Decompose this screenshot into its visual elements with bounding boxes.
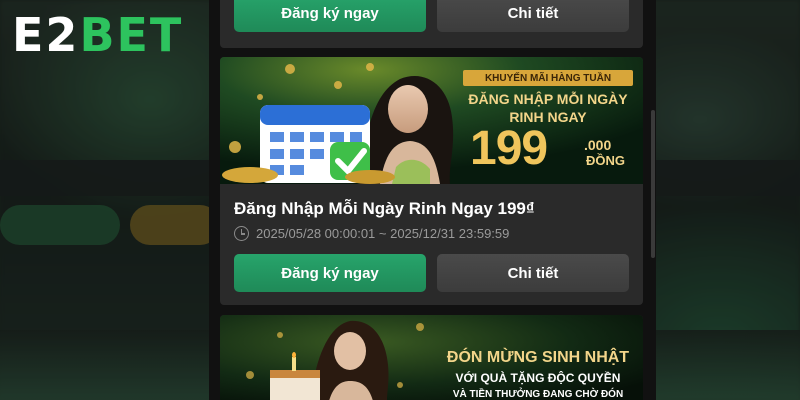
logo-part2: BET: [79, 8, 184, 62]
banner-amount-suffix: .000: [584, 137, 612, 153]
banner-currency: ĐỒNG: [586, 153, 625, 168]
banner-line2: VỚI QUÀ TẶNG ĐỘC QUYỀN: [455, 371, 621, 385]
promo-banner[interactable]: KHUYẾN MÃI HÀNG TUẦN ĐĂNG NHẬP MỖI NGÀY …: [220, 57, 643, 184]
logo-part1: E2: [12, 8, 80, 62]
weekly-promo-tag: KHUYẾN MÃI HÀNG TUẦN: [463, 70, 633, 86]
detail-button[interactable]: Chi tiết: [437, 0, 629, 32]
banner-line3: VÀ TIỀN THƯỞNG ĐANG CHỜ ĐÓN: [452, 389, 624, 400]
date-range-text: 2025/05/28 00:00:01 ~ 2025/12/31 23:59:5…: [256, 226, 510, 241]
banner-line1: ĐÓN MỪNG SINH NHẬT: [446, 349, 630, 366]
promo-card: Đăng ký ngay Chi tiết: [220, 0, 643, 48]
banner-line1: ĐĂNG NHẬP MỖI NGÀY: [468, 91, 628, 107]
scrollbar[interactable]: [651, 110, 655, 258]
promo-card: KHUYẾN MÃI HÀNG TUẦN ĐĂNG NHẬP MỖI NGÀY …: [220, 57, 643, 305]
clock-icon: [234, 226, 249, 241]
promo-title: Đăng Nhập Mỗi Ngày Rinh Ngay 199₫: [234, 199, 535, 218]
promotions-panel: Đăng ký ngay Chi tiết KHUYẾN MÃI HÀNG TU…: [209, 0, 656, 400]
promo-card: ĐÓN MỪNG SINH NHẬT VỚI QUÀ TẶNG ĐỘC QUYỀ…: [220, 315, 643, 400]
register-button[interactable]: Đăng ký ngay: [234, 254, 426, 292]
detail-button[interactable]: Chi tiết: [437, 254, 629, 292]
promo-date-range: 2025/05/28 00:00:01 ~ 2025/12/31 23:59:5…: [234, 226, 509, 241]
e2bet-logo: E2BET: [12, 10, 183, 60]
banner-amount: 199: [470, 122, 548, 175]
register-button[interactable]: Đăng ký ngay: [234, 0, 426, 32]
promo-banner[interactable]: ĐÓN MỪNG SINH NHẬT VỚI QUÀ TẶNG ĐỘC QUYỀ…: [220, 315, 643, 400]
